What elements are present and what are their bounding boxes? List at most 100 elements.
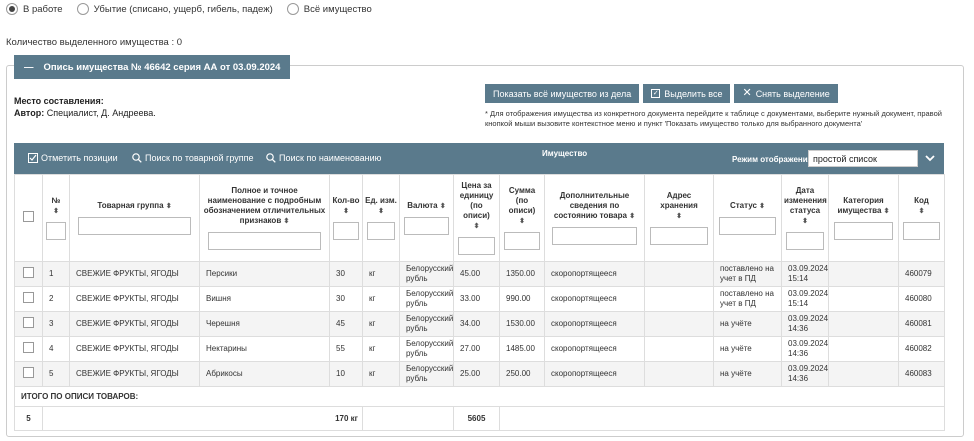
table-row[interactable]: 2 СВЕЖИЕ ФРУКТЫ, ЯГОДЫ Вишня 30 кг Белорусски… — [14, 286, 945, 312]
filter-sum[interactable] — [504, 232, 540, 250]
row-checkbox-cell[interactable] — [14, 261, 43, 287]
sort-icon[interactable]: ⬍ — [283, 218, 289, 225]
filter-currency[interactable] — [404, 217, 449, 235]
filter-date[interactable] — [786, 232, 824, 250]
row-checkbox[interactable] — [23, 267, 34, 278]
cell-date: 03.09.2024 14:36 — [781, 336, 829, 362]
sort-icon[interactable]: ⬍ — [676, 213, 682, 220]
header-num[interactable]: № ⬍ — [42, 174, 70, 262]
header-date[interactable]: Дата изменения статуса ⬍ — [781, 174, 829, 262]
inventory-table: № ⬍ Товарная группа ⬍ Полное и точное наи… — [14, 174, 945, 431]
header-currency-label: Валюта — [407, 201, 438, 210]
cell-num: 2 — [42, 286, 70, 312]
sort-icon[interactable]: ⬍ — [53, 208, 59, 215]
header-unit[interactable]: Ед. изм. ⬍ — [362, 174, 400, 262]
section-title: Имущество — [542, 149, 588, 158]
cell-extra: скоропортящееся — [544, 261, 645, 287]
filter-radio-3[interactable]: Всё имущество — [286, 3, 372, 15]
cell-unit: кг — [362, 336, 400, 362]
header-qty[interactable]: Кол-во ⬍ — [329, 174, 363, 262]
filter-radio-2[interactable]: Убытие (списано, ущерб, гибель, падеж) — [76, 3, 273, 15]
sort-icon[interactable]: ⬍ — [629, 213, 635, 220]
cell-code: 460082 — [898, 336, 945, 362]
header-code[interactable]: Код ⬍ — [898, 174, 945, 262]
cell-status: поставлено на учет в ПД — [713, 261, 782, 287]
cell-price: 34.00 — [453, 311, 500, 337]
cell-group: СВЕЖИЕ ФРУКТЫ, ЯГОДЫ — [69, 336, 200, 362]
panel-title-bar[interactable]: — Опись имущества № 46642 серия АА от 03… — [14, 55, 291, 79]
row-checkbox[interactable] — [23, 367, 34, 378]
show-all-button[interactable]: Показать всё имущество из дела — [485, 84, 640, 103]
select-all-button[interactable]: ✓ Выделить все — [643, 84, 731, 103]
row-checkbox-cell[interactable] — [14, 311, 43, 337]
row-checkbox[interactable] — [23, 342, 34, 353]
radio-button-icon[interactable] — [6, 3, 18, 15]
radio-button-icon[interactable] — [286, 3, 299, 15]
totals-spacer — [362, 406, 454, 431]
deselect-button[interactable]: ✕ Снять выделение — [734, 84, 838, 103]
select-all-checkbox[interactable] — [23, 211, 34, 222]
sort-icon[interactable]: ⬍ — [802, 218, 808, 225]
header-category[interactable]: Категория имущества ⬍ — [828, 174, 899, 262]
chevron-down-icon[interactable] — [924, 152, 936, 164]
totals-sum: 5605 — [453, 406, 500, 431]
table-row[interactable]: 1 СВЕЖИЕ ФРУКТЫ, ЯГОДЫ Персики 30 кг Белорусс… — [14, 261, 945, 287]
filter-status[interactable] — [719, 217, 776, 235]
row-checkbox-cell[interactable] — [14, 336, 43, 362]
sort-icon[interactable]: ⬍ — [919, 208, 925, 215]
radio-button-icon[interactable] — [76, 3, 89, 15]
header-name[interactable]: Полное и точное наименование с подробным… — [199, 174, 330, 262]
filter-code[interactable] — [903, 222, 940, 240]
header-qty-label: Кол-во — [332, 196, 360, 205]
header-extra[interactable]: Дополнительные сведения по состоянию тов… — [544, 174, 645, 262]
header-sum[interactable]: Сумма (по описи) ⬍ — [499, 174, 545, 262]
filter-category[interactable] — [834, 222, 893, 240]
header-currency[interactable]: Валюта ⬍ — [399, 174, 454, 262]
sort-icon[interactable]: ⬍ — [440, 203, 446, 210]
cell-date: 03.09.2024 15:14 — [781, 261, 829, 287]
row-checkbox-cell[interactable] — [14, 286, 43, 312]
sort-icon[interactable]: ⬍ — [166, 203, 172, 210]
display-mode-select[interactable]: простой список — [808, 150, 918, 167]
filter-storage[interactable] — [650, 227, 708, 245]
filter-radio-1[interactable]: В работе — [6, 3, 63, 15]
panel-title: Опись имущества № 46642 серия АА от 03.0… — [43, 61, 281, 73]
sort-icon[interactable]: ⬍ — [378, 208, 384, 215]
filter-num[interactable] — [46, 222, 66, 240]
cell-sum: 1530.00 — [499, 311, 545, 337]
header-status[interactable]: Статус ⬍ — [713, 174, 782, 262]
filter-radio-label: В работе — [23, 3, 63, 15]
filter-qty[interactable] — [333, 222, 359, 240]
cell-qty: 30 — [329, 286, 363, 312]
sort-icon[interactable]: ⬍ — [759, 203, 765, 210]
search-icon — [266, 153, 276, 163]
filter-name[interactable] — [208, 232, 321, 250]
cell-storage — [644, 286, 714, 312]
search-group-button[interactable]: Поиск по товарной группе — [132, 153, 253, 163]
header-price[interactable]: Цена за единицу (по описи) ⬍ — [453, 174, 500, 262]
header-group[interactable]: Товарная группа ⬍ — [69, 174, 200, 262]
row-checkbox[interactable] — [23, 317, 34, 328]
search-name-button[interactable]: Поиск по наименованию — [266, 153, 381, 163]
filter-unit[interactable] — [366, 222, 396, 240]
sort-icon[interactable]: ⬍ — [343, 208, 349, 215]
show-all-label: Показать всё имущество из дела — [493, 88, 632, 99]
header-sum-label: Сумма (по описи) — [508, 186, 536, 215]
cell-extra: скоропортящееся — [544, 286, 645, 312]
row-checkbox[interactable] — [23, 292, 34, 303]
collapse-icon[interactable]: — — [24, 62, 34, 73]
table-row[interactable]: 3 СВЕЖИЕ ФРУКТЫ, ЯГОДЫ Черешня 45 кг Белорусс… — [14, 311, 945, 337]
table-row[interactable]: 4 СВЕЖИЕ ФРУКТЫ, ЯГОДЫ Нектарины 55 кг Белору… — [14, 336, 945, 362]
table-row[interactable]: 5 СВЕЖИЕ ФРУКТЫ, ЯГОДЫ Абрикосы 10 кг Белорус… — [14, 361, 945, 387]
sort-icon[interactable]: ⬍ — [884, 208, 890, 215]
filter-extra[interactable] — [551, 227, 638, 245]
header-select-all[interactable] — [14, 174, 43, 262]
filter-price[interactable] — [458, 237, 495, 255]
author-label: Автор: — [14, 108, 45, 118]
header-storage[interactable]: Адрес хранения ⬍ — [644, 174, 714, 262]
filter-group[interactable] — [78, 217, 191, 235]
row-checkbox-cell[interactable] — [14, 361, 43, 387]
mark-positions-button[interactable]: Отметить позиции — [28, 153, 118, 163]
sort-icon[interactable]: ⬍ — [519, 218, 525, 225]
sort-icon[interactable]: ⬍ — [474, 223, 480, 230]
